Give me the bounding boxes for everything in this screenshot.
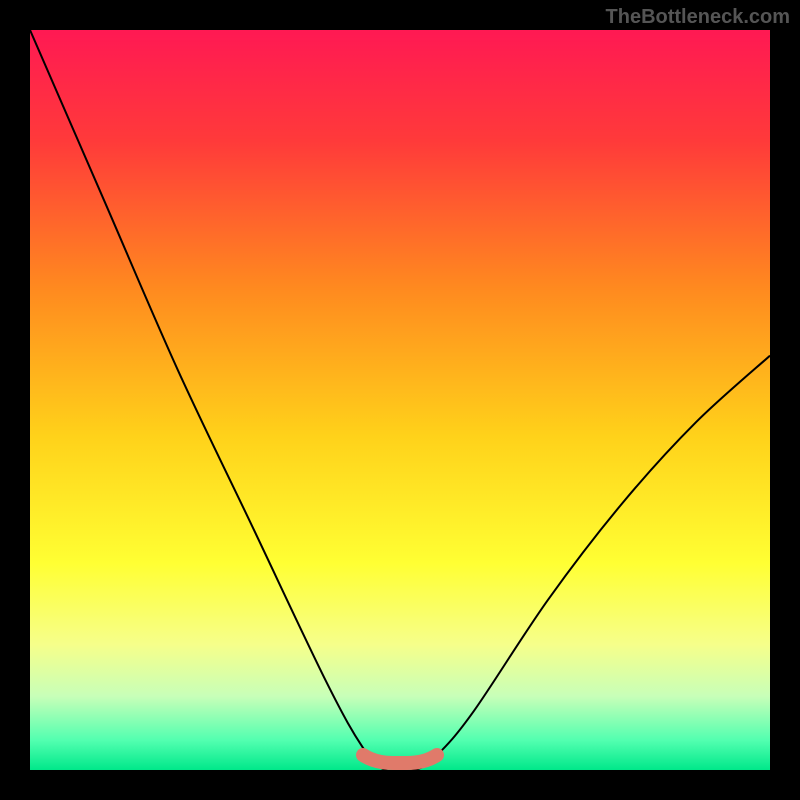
bottleneck-curve <box>30 30 770 770</box>
plot-area <box>30 30 770 770</box>
curve-layer <box>30 30 770 770</box>
watermark-text: TheBottleneck.com <box>606 6 790 29</box>
minimum-plateau-highlight <box>363 755 437 763</box>
chart-container: TheBottleneck.com <box>0 0 800 800</box>
